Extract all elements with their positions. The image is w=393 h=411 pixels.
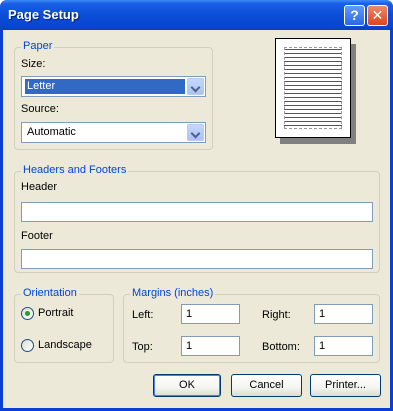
right-margin-input[interactable]: 1 — [314, 304, 373, 324]
left-margin-input[interactable]: 1 — [181, 304, 240, 324]
page-setup-dialog: Page Setup ? ✕ Paper Size: Letter Source… — [0, 0, 393, 411]
source-select-value: Automatic — [27, 126, 76, 138]
footer-input[interactable] — [21, 249, 373, 269]
orientation-group: Orientation Portrait Landscape — [14, 287, 114, 363]
bottom-margin-label: Bottom: — [262, 341, 300, 353]
size-select[interactable]: Letter — [21, 76, 206, 97]
left-margin-label: Left: — [132, 309, 154, 321]
margins-legend: Margins (inches) — [130, 287, 216, 299]
ok-button[interactable]: OK — [153, 374, 221, 397]
top-margin-input[interactable]: 1 — [181, 336, 240, 356]
paper-group: Paper Size: Letter Source: Automatic — [14, 40, 213, 150]
page-preview-text-icon — [284, 47, 342, 129]
orientation-legend: Orientation — [21, 287, 79, 299]
headers-footers-legend: Headers and Footers — [21, 164, 129, 176]
size-label: Size: — [21, 58, 46, 70]
margins-group: Margins (inches) Left: 1 Right: 1 Top: 1… — [123, 287, 380, 363]
window-title: Page Setup — [8, 7, 79, 22]
right-margin-label: Right: — [262, 309, 291, 321]
landscape-radio[interactable] — [21, 339, 34, 352]
printer-button[interactable]: Printer... — [310, 374, 381, 397]
size-select-value: Letter — [25, 79, 185, 94]
page-preview — [275, 38, 351, 138]
cancel-button[interactable]: Cancel — [231, 374, 302, 397]
portrait-radio[interactable] — [21, 307, 34, 320]
portrait-label[interactable]: Portrait — [38, 307, 73, 319]
close-icon: ✕ — [371, 7, 384, 23]
title-bar[interactable]: Page Setup ? ✕ — [0, 0, 393, 30]
footer-label: Footer — [21, 230, 53, 242]
chevron-down-icon[interactable] — [187, 78, 204, 95]
bottom-margin-input[interactable]: 1 — [314, 336, 373, 356]
close-button[interactable]: ✕ — [367, 5, 388, 26]
landscape-label[interactable]: Landscape — [38, 339, 92, 351]
chevron-down-icon[interactable] — [187, 124, 204, 141]
paper-legend: Paper — [21, 40, 55, 52]
headers-footers-group: Headers and Footers Header Footer — [14, 164, 380, 273]
header-input[interactable] — [21, 202, 373, 222]
help-button[interactable]: ? — [344, 5, 365, 26]
help-icon: ? — [350, 7, 359, 23]
top-margin-label: Top: — [132, 341, 153, 353]
header-label: Header — [21, 181, 58, 193]
dialog-body: Paper Size: Letter Source: Automatic Hea… — [3, 30, 390, 408]
source-select[interactable]: Automatic — [21, 122, 206, 143]
source-label: Source: — [21, 103, 59, 115]
